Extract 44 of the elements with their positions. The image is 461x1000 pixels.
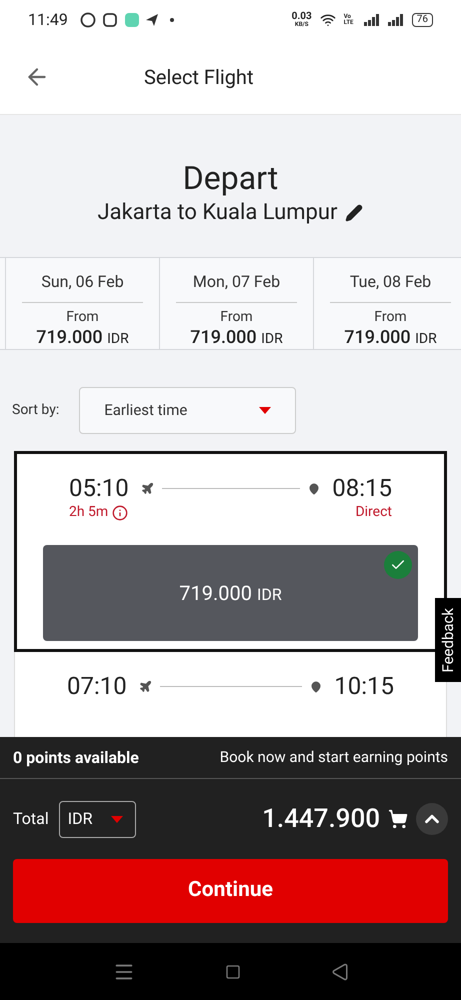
departure-time: 07:10 <box>67 672 127 700</box>
cart-icon[interactable] <box>388 809 408 829</box>
edit-icon[interactable] <box>345 204 364 222</box>
pin-icon <box>308 482 320 494</box>
continue-button[interactable]: Continue <box>13 859 448 923</box>
points-available: 0 points available <box>13 746 139 768</box>
app-icon <box>124 13 139 27</box>
plane-icon <box>140 482 154 495</box>
fare-option[interactable]: 719.000 IDR <box>43 545 418 641</box>
route-text: Jakarta to Kuala Lumpur <box>98 199 338 227</box>
departure-time: 05:10 <box>69 474 129 502</box>
stops-label: Direct <box>355 503 392 522</box>
battery-level: 76 <box>412 13 433 27</box>
sort-dropdown[interactable]: Earliest time <box>79 387 296 434</box>
date-tab[interactable]: Tue, 08 Feb From 719.000 IDR <box>313 258 461 349</box>
arrival-time: 10:15 <box>334 672 394 700</box>
send-icon <box>146 14 158 26</box>
total-label: Total <box>13 808 49 830</box>
sort-label: Sort by: <box>12 401 60 420</box>
plane-icon <box>138 680 152 693</box>
check-icon <box>384 551 412 579</box>
currency-dropdown[interactable]: IDR <box>58 800 136 838</box>
back-icon[interactable] <box>330 962 348 980</box>
total-amount: 1.447.900 <box>262 802 380 836</box>
signal-icon <box>364 14 380 26</box>
expand-button[interactable] <box>416 803 448 835</box>
date-tab[interactable]: Mon, 07 Feb From 719.000 IDR <box>159 258 313 349</box>
points-promo: Book now and start earning points <box>220 747 448 768</box>
info-icon[interactable] <box>112 504 128 520</box>
dot-icon <box>170 18 174 22</box>
arrival-time: 08:15 <box>332 474 392 502</box>
flight-duration: 2h 5m <box>69 503 108 522</box>
feedback-tab[interactable]: Feedback <box>435 598 461 682</box>
caret-icon <box>110 816 123 822</box>
page-title: Select Flight <box>144 64 254 91</box>
wifi-icon <box>320 12 336 28</box>
signal-icon <box>388 14 404 26</box>
journey-title: Depart <box>182 160 278 196</box>
network-speed: 0.03 <box>292 12 312 22</box>
caret-icon <box>259 407 272 414</box>
pin-icon <box>310 680 322 692</box>
status-time: 11:49 <box>28 9 68 31</box>
home-icon[interactable] <box>224 964 240 980</box>
date-tab[interactable]: Sun, 06 Feb From 719.000 IDR <box>5 258 159 349</box>
